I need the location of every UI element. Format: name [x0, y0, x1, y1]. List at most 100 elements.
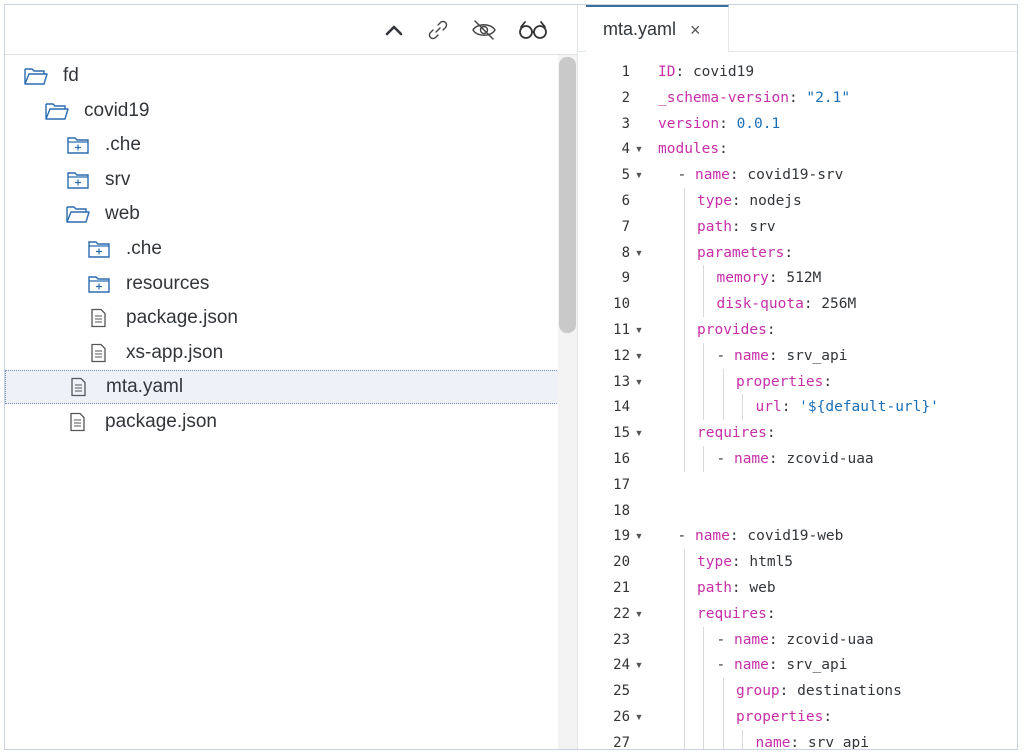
file-icon	[86, 342, 112, 364]
tree-folder-item[interactable]: web	[5, 197, 561, 231]
list-dash: -	[677, 528, 695, 545]
yaml-key: ID	[658, 64, 676, 80]
tree-item-label: xs-app.json	[126, 341, 224, 363]
yaml-key: name	[755, 734, 791, 750]
code-line: version: 0.0.1	[658, 111, 780, 137]
yaml-colon: :	[719, 141, 728, 158]
code-line: parameters:	[697, 240, 793, 266]
tree-folder-item[interactable]: fd	[5, 59, 561, 93]
yaml-value: 512M	[786, 270, 822, 287]
yaml-colon: :	[768, 631, 787, 648]
yaml-colon: :	[731, 554, 750, 571]
tree-folder-item[interactable]: srv	[5, 163, 561, 197]
fold-arrow-icon[interactable]: ▼	[633, 343, 645, 369]
explorer-scrollbar-thumb[interactable]	[559, 57, 576, 333]
fold-arrow-icon[interactable]: ▼	[633, 240, 645, 266]
code-line: url: '${default-url}'	[756, 394, 939, 420]
tree-file-item[interactable]: package.json	[5, 405, 561, 439]
line-number: 5	[621, 167, 630, 184]
fold-arrow-icon[interactable]: ▼	[633, 420, 645, 446]
fold-arrow-icon[interactable]: ▼	[633, 369, 645, 395]
yaml-colon: :	[731, 580, 750, 596]
tab-label: mta.yaml	[603, 19, 677, 39]
file-explorer: fd covid19 .che srv web .che resources package.…	[5, 5, 577, 749]
code-line: requires:	[697, 601, 776, 627]
fold-arrow-icon[interactable]: ▼	[633, 136, 645, 162]
code-line: - name: zcovid-uaa	[717, 627, 874, 653]
code-line: - name: srv_api	[717, 652, 848, 678]
yaml-key: name	[733, 631, 769, 648]
tree-file-item[interactable]: package.json	[5, 301, 561, 335]
file-icon	[65, 411, 91, 433]
fold-arrow-icon[interactable]: ▼	[633, 162, 645, 188]
file-icon	[66, 376, 92, 398]
code-line: - name: covid19-srv	[678, 162, 844, 188]
ide-window: fd covid19 .che srv web .che resources package.…	[4, 4, 1018, 750]
fold-arrow-icon[interactable]: ▼	[633, 317, 645, 343]
tree-folder-item[interactable]: resources	[5, 267, 561, 301]
tree-file-item[interactable]: mta.yaml	[5, 370, 561, 405]
yaml-key: properties	[736, 373, 824, 390]
fold-arrow-icon[interactable]: ▼	[633, 523, 645, 549]
yaml-key: name	[733, 451, 769, 467]
yaml-key: group	[736, 683, 780, 700]
indent-guide	[722, 368, 724, 421]
close-icon[interactable]: ×	[690, 21, 701, 39]
yaml-value: zcovid-uaa	[786, 631, 874, 648]
code-line: path: web	[697, 575, 776, 601]
yaml-key: modules	[658, 141, 720, 158]
tree-item-label: .che	[126, 238, 162, 259]
folder-icon	[65, 134, 91, 156]
code-text-area[interactable]: ID: covid19 _schema-version: "2.1" version…	[650, 54, 1017, 749]
indent-guide	[703, 626, 704, 749]
fold-arrow-icon[interactable]: ▼	[633, 652, 645, 678]
line-number: 2	[621, 89, 630, 106]
hide-hidden-files-button[interactable]	[471, 17, 497, 43]
line-number: 22	[613, 605, 630, 622]
tree-item-label: mta.yaml	[106, 376, 184, 398]
line-number: 7	[621, 218, 630, 235]
collapse-all-button[interactable]	[381, 17, 407, 43]
code-line: name: srv_api	[755, 730, 870, 750]
yaml-colon: :	[729, 528, 748, 545]
list-dash: -	[716, 347, 734, 364]
tree-item-label: .che	[105, 134, 141, 156]
yaml-value: html5	[749, 554, 794, 571]
fold-arrow-icon[interactable]: ▼	[633, 601, 645, 627]
yaml-colon: :	[675, 64, 693, 80]
yaml-key: requires	[697, 605, 767, 622]
yaml-colon: :	[719, 115, 737, 132]
yaml-colon: :	[779, 683, 798, 700]
preview-button[interactable]	[517, 17, 549, 43]
code-line: group: destinations	[736, 678, 902, 704]
yaml-colon: :	[784, 244, 794, 261]
line-number: 9	[621, 270, 630, 287]
tree-item-label: srv	[105, 168, 131, 190]
code-line: type: html5	[697, 549, 793, 575]
yaml-key: path	[697, 218, 732, 235]
yaml-value: 0.0.1	[736, 115, 781, 132]
tree-file-item[interactable]: xs-app.json	[5, 336, 561, 370]
yaml-colon: :	[781, 399, 800, 416]
tree-item-label: resources	[126, 272, 210, 294]
code-line: properties:	[736, 704, 832, 730]
line-number: 25	[613, 683, 630, 700]
yaml-value: srv_api	[807, 734, 869, 750]
indent-guide	[742, 394, 743, 421]
tree-folder-item[interactable]: covid19	[5, 94, 561, 128]
yaml-key: provides	[697, 322, 767, 338]
yaml-value: web	[749, 580, 776, 596]
yaml-value: covid19-srv	[747, 167, 844, 184]
code-line: _schema-version: "2.1"	[658, 85, 850, 111]
tree-folder-item[interactable]: .che	[5, 232, 561, 266]
yaml-colon: :	[768, 270, 787, 287]
yaml-value: srv	[749, 218, 776, 235]
link-with-editor-button[interactable]	[425, 17, 451, 43]
line-number: 20	[613, 554, 630, 571]
yaml-value: 256M	[821, 296, 857, 313]
indent-guide	[683, 549, 685, 749]
tree-folder-item[interactable]: .che	[5, 128, 561, 162]
fold-arrow-icon[interactable]: ▼	[633, 704, 645, 730]
line-number: 4	[621, 141, 630, 158]
tab-mta-yaml[interactable]: mta.yaml ×	[586, 5, 729, 52]
